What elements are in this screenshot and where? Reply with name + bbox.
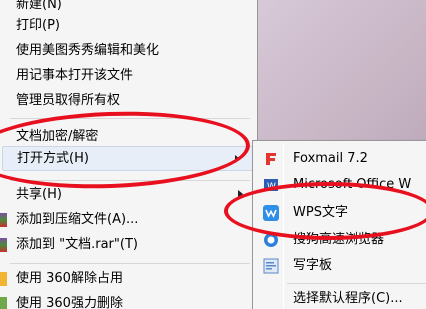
submenu-item-label: 选择默认程序(C)...	[293, 291, 403, 306]
submenu-item-wps[interactable]: WPS文字	[255, 200, 426, 226]
submenu-item-label: WPS文字	[293, 205, 348, 220]
menu-item-label: 添加到压缩文件(A)...	[16, 212, 139, 227]
menu-item-share[interactable]: 共享(H)	[0, 182, 257, 207]
menu-item-label: 管理员取得所有权	[16, 93, 121, 108]
menu-item-label: 新建(N)	[16, 0, 62, 12]
submenu-item-foxmail[interactable]: Foxmail 7.2	[255, 146, 426, 172]
menu-item-label: 使用 360强力删除	[16, 296, 123, 309]
context-menu: 新建(N) 打印(P) 使用美图秀秀编辑和美化 用记事本打开该文件 管理员取得所…	[0, 0, 258, 309]
menu-item-360-delete[interactable]: 使用 360强力删除	[0, 291, 257, 309]
submenu-item-label: Microsoft Office W	[293, 177, 412, 192]
chevron-right-icon	[238, 190, 243, 198]
menu-item-label: 添加到 "文档.rar"(T)	[16, 237, 138, 252]
menu-item-add-to-rar[interactable]: 添加到 "文档.rar"(T)	[0, 232, 257, 257]
360-icon	[0, 272, 7, 286]
winrar-icon	[0, 213, 7, 227]
menu-item-meitu-edit[interactable]: 使用美图秀秀编辑和美化	[0, 38, 257, 63]
open-with-submenu: Foxmail 7.2 W Microsoft Office W WPS文字 搜…	[252, 140, 426, 309]
submenu-item-wordpad[interactable]: 写字板	[255, 253, 426, 279]
menu-item-label: 共享(H)	[16, 187, 62, 202]
submenu-item-msword[interactable]: W Microsoft Office W	[255, 172, 426, 198]
menu-separator	[10, 118, 250, 119]
foxmail-icon	[266, 153, 276, 165]
submenu-item-choose-default[interactable]: 选择默认程序(C)...	[255, 286, 426, 309]
menu-item-print[interactable]: 打印(P)	[0, 13, 257, 38]
menu-item-open-notepad[interactable]: 用记事本打开该文件	[0, 63, 257, 88]
submenu-item-label: 写字板	[293, 258, 333, 273]
menu-item-take-ownership[interactable]: 管理员取得所有权	[0, 88, 257, 113]
menu-item-add-archive[interactable]: 添加到压缩文件(A)...	[0, 207, 257, 232]
sogou-browser-icon	[264, 233, 278, 247]
menu-item-360-unlock[interactable]: 使用 360解除占用	[0, 266, 257, 291]
chevron-right-icon	[235, 155, 240, 163]
menu-item-label: 打印(P)	[16, 18, 60, 33]
menu-item-open-with[interactable]: 打开方式(H)	[2, 146, 255, 171]
submenu-item-sogou[interactable]: 搜狗高速浏览器	[255, 227, 426, 253]
winrar-icon	[0, 238, 7, 252]
menu-item-label: 打开方式(H)	[17, 151, 89, 166]
menu-separator	[10, 263, 250, 264]
menu-item-label: 文档加密/解密	[16, 129, 99, 144]
menu-separator	[10, 180, 250, 181]
submenu-item-label: Foxmail 7.2	[293, 151, 368, 166]
submenu-separator	[287, 283, 426, 284]
word-icon: W	[264, 179, 278, 192]
menu-item-label: 用记事本打开该文件	[16, 68, 134, 83]
360-icon	[0, 297, 7, 309]
menu-item-label: 使用 360解除占用	[16, 271, 123, 286]
menu-item-label: 使用美图秀秀编辑和美化	[16, 43, 160, 58]
submenu-item-label: 搜狗高速浏览器	[293, 232, 385, 247]
svg-text:W: W	[267, 182, 276, 192]
wps-icon	[263, 205, 279, 221]
wordpad-icon	[263, 258, 279, 274]
